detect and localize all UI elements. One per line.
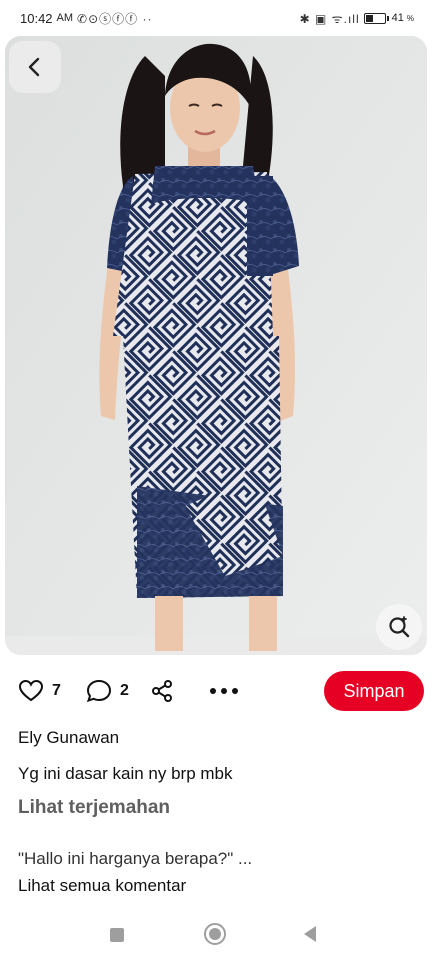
status-right: ✱ ▣ ᯤ.ıll 41% bbox=[300, 10, 414, 27]
system-back-button[interactable] bbox=[304, 926, 316, 942]
recents-button[interactable] bbox=[110, 928, 124, 942]
battery-percent: 41 bbox=[391, 12, 404, 24]
like-button[interactable]: 7 bbox=[18, 679, 61, 703]
comment-preview[interactable]: "Hallo ini harganya berapa?" ... bbox=[18, 849, 252, 869]
battery-icon bbox=[363, 12, 386, 24]
lens-search-icon bbox=[389, 616, 410, 638]
view-all-comments-link[interactable]: Lihat semua komentar bbox=[18, 876, 186, 896]
comment-text: Yg ini dasar kain ny brp mbk bbox=[18, 764, 233, 783]
share-icon bbox=[152, 680, 172, 702]
action-bar: 7 2 Simpan bbox=[0, 668, 432, 714]
save-button[interactable]: Simpan bbox=[324, 671, 424, 711]
see-translation-link[interactable]: Lihat terjemahan bbox=[18, 797, 170, 819]
ellipsis-icon bbox=[210, 688, 238, 694]
notification-icons: ✆⊙ⓢⓕⓕ ·· bbox=[77, 11, 153, 26]
speech-bubble-icon bbox=[86, 679, 112, 703]
back-button[interactable] bbox=[9, 41, 61, 93]
visual-search-button[interactable] bbox=[376, 604, 422, 650]
battery-indicator: 41% bbox=[363, 12, 414, 24]
comment-button[interactable]: 2 bbox=[86, 679, 129, 703]
status-bar: 10:42 AM ✆⊙ⓢⓕⓕ ·· ✱ ▣ ᯤ.ıll 41% bbox=[0, 0, 432, 36]
network-icons: ✱ ▣ ᯤ.ıll bbox=[299, 11, 360, 26]
pin-photo bbox=[5, 36, 427, 655]
comment-author[interactable]: Ely Gunawan bbox=[18, 728, 119, 748]
chevron-left-icon bbox=[28, 57, 40, 77]
share-button[interactable] bbox=[150, 679, 174, 703]
comment-count: 2 bbox=[120, 682, 129, 699]
more-options-button[interactable] bbox=[209, 687, 239, 695]
heart-icon bbox=[18, 679, 44, 702]
pin-image[interactable] bbox=[5, 36, 427, 655]
home-icon bbox=[209, 928, 221, 940]
battery-percent-suffix: % bbox=[406, 13, 414, 23]
like-count: 7 bbox=[52, 682, 61, 699]
system-nav-bar bbox=[0, 910, 432, 960]
status-left: 10:42 AM ✆⊙ⓢⓕⓕ ·· bbox=[20, 10, 152, 27]
status-time: 10:42 bbox=[20, 10, 53, 26]
status-ampm: AM bbox=[56, 12, 74, 24]
home-button[interactable] bbox=[204, 923, 226, 945]
